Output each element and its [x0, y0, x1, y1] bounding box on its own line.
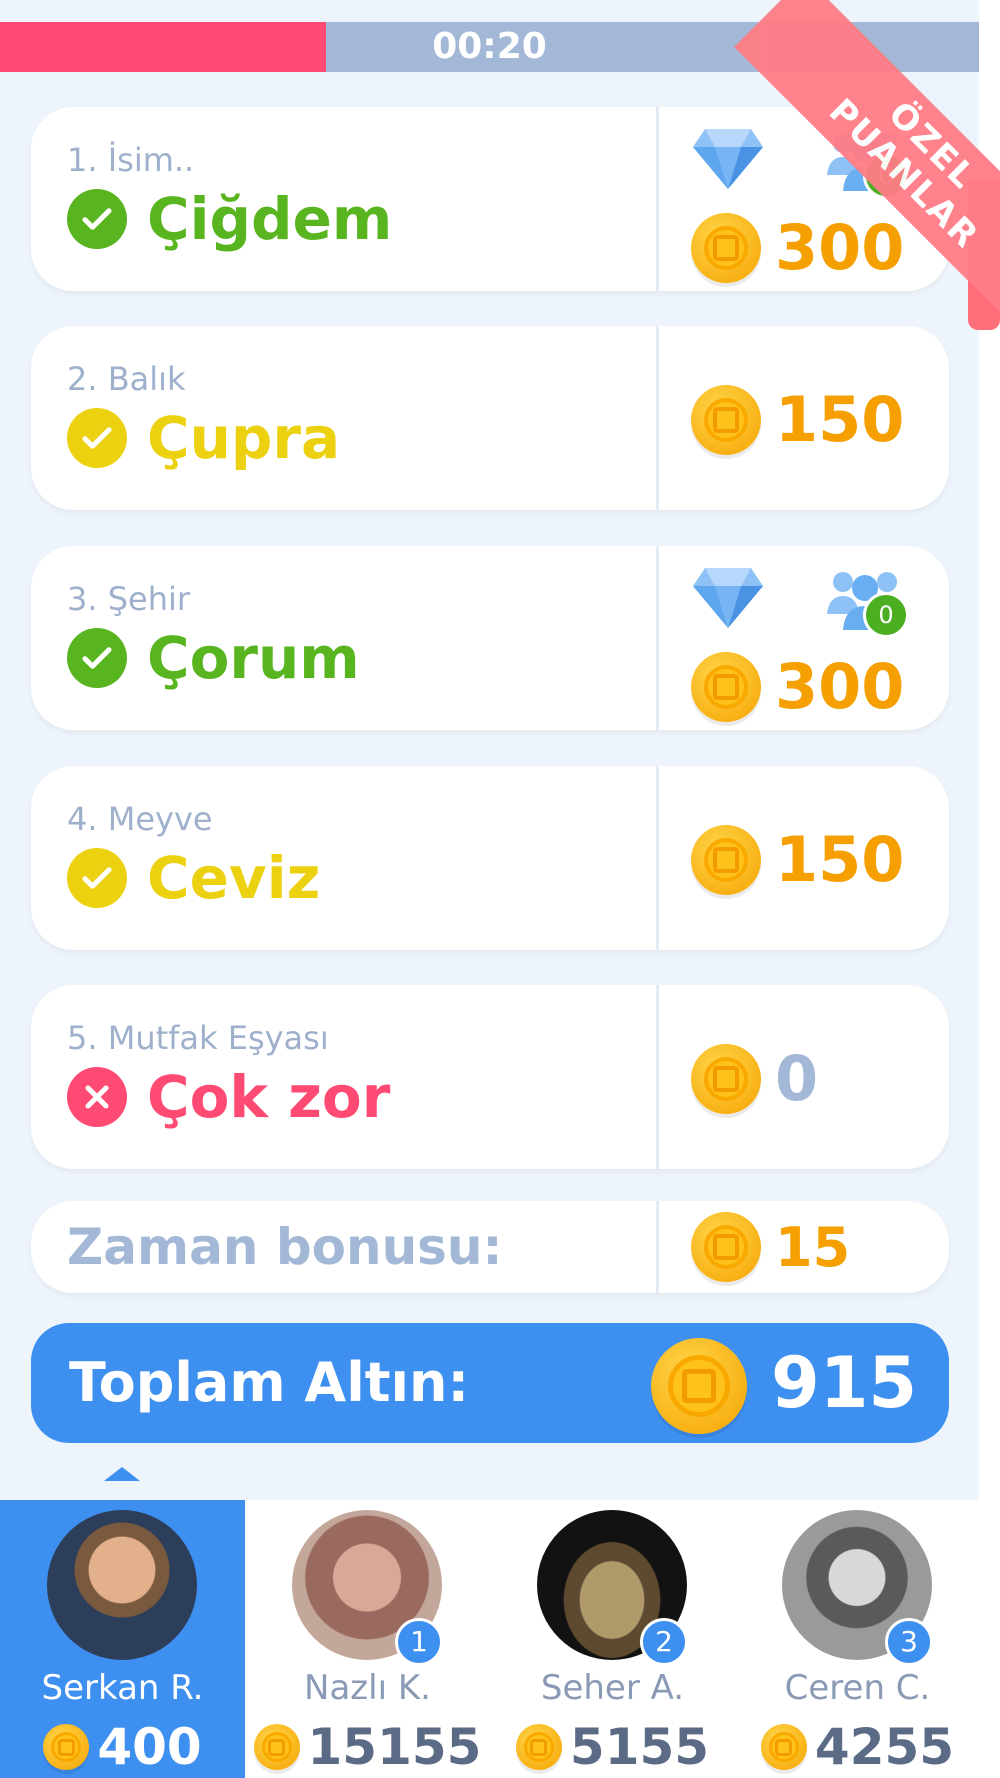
answer-card-4: 4. Meyve Ceviz 150 [31, 766, 949, 950]
check-icon [67, 408, 127, 468]
category-label: 2. Balık [67, 360, 186, 398]
player-score: 5155 [569, 1718, 710, 1776]
player-name: Seher A. [540, 1668, 685, 1708]
player-score: 400 [97, 1718, 202, 1776]
points-value: 0 [775, 1042, 819, 1115]
player-card[interactable]: 1 Nazlı K. 15155 [245, 1500, 490, 1778]
coin-icon [253, 1724, 300, 1770]
avatar [47, 1510, 197, 1660]
special-points-ribbon: ÖZEL PUANLAR [668, 0, 1000, 330]
points-value: 150 [775, 823, 905, 896]
total-gold-label: Toplam Altın: [69, 1351, 470, 1414]
time-bonus-value: 15 [775, 1215, 851, 1279]
coin-icon [515, 1724, 562, 1770]
coin-icon [691, 384, 761, 455]
answer-text: Ceviz [147, 844, 321, 912]
player-name: Ceren C. [784, 1668, 931, 1708]
category-label: 5. Mutfak Eşyası [67, 1019, 329, 1057]
answer-text: Çok zor [147, 1063, 391, 1131]
total-gold-value: 915 [771, 1342, 918, 1424]
diamond-icon [693, 568, 763, 628]
total-gold-bar: Toplam Altın: 915 [31, 1323, 949, 1443]
player-name: Nazlı K. [304, 1668, 431, 1708]
player-score: 15155 [307, 1718, 482, 1776]
player-name: Serkan R. [41, 1668, 204, 1708]
friends-count-badge: 0 [863, 592, 909, 638]
current-player-pointer [104, 1467, 140, 1481]
rank-badge: 2 [640, 1618, 688, 1666]
check-icon [67, 848, 127, 908]
coin-icon [691, 824, 761, 895]
player-card[interactable]: 3 Ceren C. 4255 [735, 1500, 980, 1778]
points-value: 300 [775, 650, 905, 723]
rank-badge: 1 [395, 1618, 443, 1666]
coin-icon [691, 1212, 761, 1282]
coin-icon [651, 1338, 747, 1434]
category-label: 3. Şehir [67, 580, 191, 618]
answer-text: Çorum [147, 624, 360, 692]
coin-icon [691, 651, 761, 722]
results-screen: 00:20 1. İsim.. Çiğdem 300 2. Balık Çupr… [0, 0, 1000, 1778]
category-label: 1. İsim.. [67, 141, 195, 179]
player-card[interactable]: 2 Seher A. 5155 [490, 1500, 735, 1778]
points-value: 150 [775, 383, 905, 456]
answer-card-5: 5. Mutfak Eşyası Çok zor 0 [31, 985, 949, 1169]
time-bonus-label: Zaman bonusu: [67, 1218, 503, 1276]
player-card-current[interactable]: Serkan R. 400 [0, 1500, 245, 1778]
answer-text: Çupra [147, 404, 341, 472]
rank-badge: 3 [885, 1618, 933, 1666]
check-icon [67, 189, 127, 249]
time-bonus-card: Zaman bonusu: 15 [31, 1201, 949, 1293]
cross-icon [67, 1067, 127, 1127]
coin-icon [691, 1043, 761, 1114]
players-bar: Serkan R. 400 1 Nazlı K. 15155 2 Seher A… [0, 1500, 979, 1778]
friends-icon: 0 [825, 562, 909, 638]
coin-icon [43, 1724, 90, 1770]
category-label: 4. Meyve [67, 800, 213, 838]
answer-card-2: 2. Balık Çupra 150 [31, 326, 949, 510]
answer-card-3: 3. Şehir Çorum 0 300 [31, 546, 949, 730]
answer-text: Çiğdem [147, 185, 393, 253]
player-score: 4255 [814, 1718, 955, 1776]
check-icon [67, 628, 127, 688]
coin-icon [760, 1724, 807, 1770]
